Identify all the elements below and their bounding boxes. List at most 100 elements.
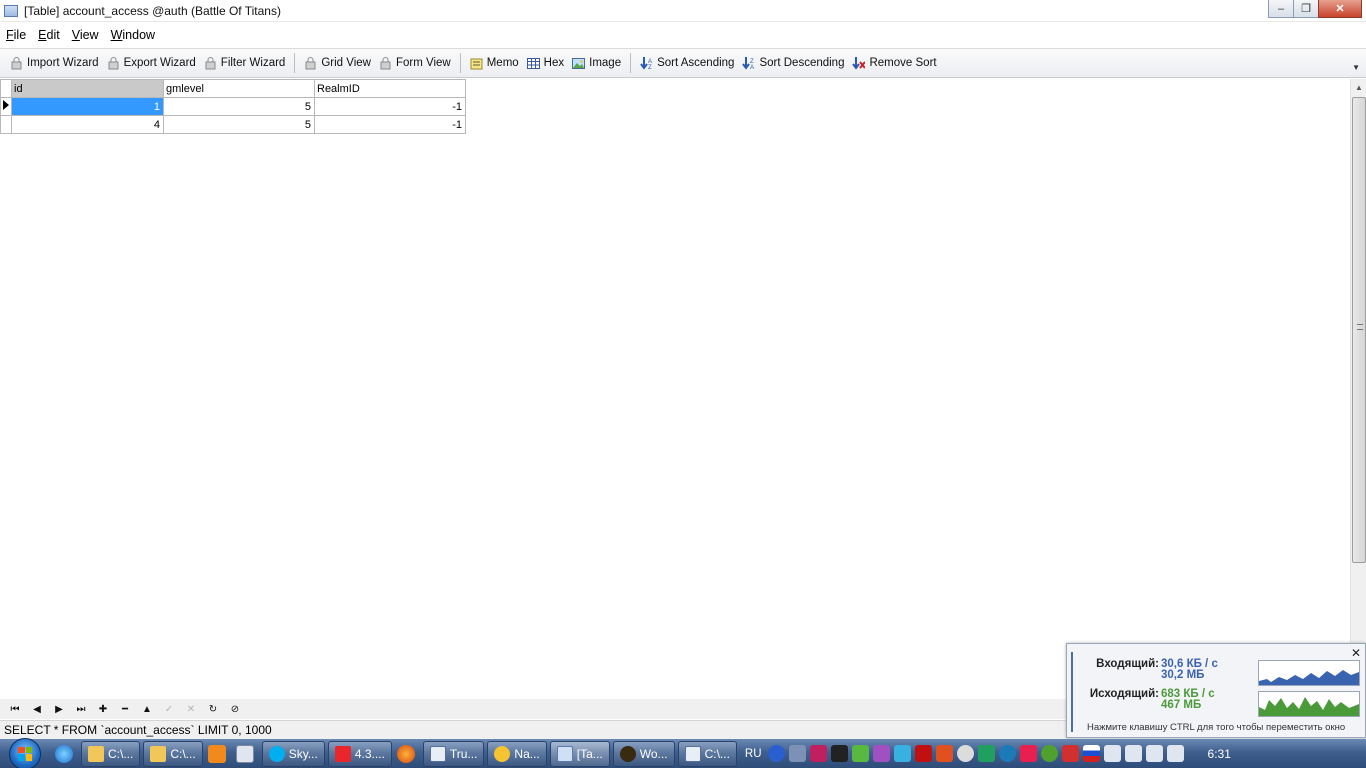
usb-icon[interactable]: [1124, 745, 1142, 762]
post-edit-button[interactable]: ✓: [158, 700, 180, 718]
row-indicator[interactable]: [0, 97, 12, 116]
vertical-scrollbar[interactable]: ▲: [1350, 79, 1366, 697]
toolbar-separator: [630, 53, 632, 73]
taskbar-item-navicat[interactable]: Na...: [487, 740, 547, 767]
insert-record-button[interactable]: ✚: [92, 700, 114, 718]
spy-icon[interactable]: [830, 745, 848, 762]
hex-button[interactable]: Hex: [523, 51, 568, 75]
cancel-edit-button[interactable]: ✕: [180, 700, 202, 718]
table-cell[interactable]: -1: [314, 97, 466, 116]
grid-view-label: Grid View: [321, 57, 371, 69]
menu-file[interactable]: File: [0, 28, 32, 42]
flag-icon[interactable]: [1103, 745, 1121, 762]
current-row-arrow-icon: [3, 100, 9, 110]
taskbar-item-table[interactable]: [Ta...: [549, 740, 610, 767]
yandex-browser-icon: [334, 745, 351, 762]
lifebuoy-icon[interactable]: [956, 745, 974, 762]
refresh-button[interactable]: ↻: [202, 700, 224, 718]
taskbar-item-trinity[interactable]: Tru...: [422, 740, 485, 767]
memo-icon: [470, 57, 483, 70]
table-row[interactable]: 1 5 -1: [0, 97, 466, 116]
torrent-icon[interactable]: [1040, 745, 1058, 762]
minimize-button[interactable]: ‒: [1268, 0, 1294, 18]
taskbar-item-explorer-2[interactable]: C:\...: [143, 740, 203, 767]
table-row[interactable]: 4 5 -1: [0, 115, 466, 134]
menu-view-label: iew: [79, 28, 99, 42]
close-icon[interactable]: ✕: [1351, 646, 1361, 660]
remove-sort-button[interactable]: Remove Sort: [848, 51, 940, 75]
scroll-up-arrow-icon[interactable]: ▲: [1351, 79, 1366, 96]
data-grid: id gmlevel RealmID 1 5 -1 4 5 -1: [0, 79, 1350, 697]
edit-record-button[interactable]: ▲: [136, 700, 158, 718]
antivirus-icon[interactable]: [1019, 745, 1037, 762]
table-cell[interactable]: 5: [163, 97, 315, 116]
column-header-id[interactable]: id: [11, 79, 164, 98]
lock-icon: [379, 56, 392, 70]
taskbar-item-explorer-1[interactable]: C:\...: [81, 740, 141, 767]
language-indicator[interactable]: RU: [745, 748, 762, 760]
taskbar-item-label: C:\...: [704, 746, 730, 761]
stop-button[interactable]: ⊘: [224, 700, 246, 718]
table-cell[interactable]: 4: [11, 115, 164, 134]
menu-edit[interactable]: Edit: [32, 28, 66, 42]
prev-record-button[interactable]: ◀: [26, 700, 48, 718]
table-cell[interactable]: 1: [11, 97, 164, 116]
form-view-button[interactable]: Form View: [375, 51, 455, 75]
close-button[interactable]: ✕: [1318, 0, 1362, 18]
memo-button[interactable]: Memo: [466, 51, 523, 75]
adobe-icon[interactable]: [914, 745, 932, 762]
next-record-button[interactable]: ▶: [48, 700, 70, 718]
grid-view-button[interactable]: Grid View: [300, 51, 375, 75]
internet-explorer-icon[interactable]: [50, 741, 78, 767]
sort-ascending-label: Sort Ascending: [657, 57, 735, 69]
delete-record-button[interactable]: ━: [114, 700, 136, 718]
monitor-icon[interactable]: [1145, 745, 1163, 762]
grid-app-icon[interactable]: [977, 745, 995, 762]
toolbar-overflow-icon[interactable]: ▼: [1352, 63, 1360, 72]
sort-descending-button[interactable]: ZA Sort Descending: [738, 51, 848, 75]
last-record-button[interactable]: ⏭: [70, 700, 92, 718]
folder-icon: [150, 745, 167, 762]
sort-ascending-button[interactable]: AZ Sort Ascending: [636, 51, 738, 75]
menu-file-accel: F: [6, 28, 14, 42]
taskbar-item-skype[interactable]: Sky...: [261, 740, 325, 767]
menu-window[interactable]: Window: [105, 28, 161, 42]
puzzle-icon[interactable]: [935, 745, 953, 762]
column-header-realmid[interactable]: RealmID: [314, 79, 466, 98]
clock[interactable]: 6:31: [1208, 747, 1231, 761]
export-wizard-button[interactable]: Export Wizard: [103, 51, 200, 75]
start-button[interactable]: [0, 737, 50, 768]
russia-flag-icon[interactable]: [1082, 745, 1100, 762]
taskbar-item-cmd[interactable]: C:\...: [677, 740, 737, 767]
title-bar: [Table] account_access @auth (Battle Of …: [0, 0, 1366, 22]
import-wizard-button[interactable]: Import Wizard: [6, 51, 103, 75]
image-button[interactable]: Image: [568, 51, 625, 75]
column-header-gmlevel[interactable]: gmlevel: [163, 79, 315, 98]
scroll-thumb[interactable]: [1352, 97, 1366, 563]
filter-wizard-button[interactable]: Filter Wizard: [200, 51, 290, 75]
svg-text:Z: Z: [648, 65, 652, 70]
table-cell[interactable]: 5: [163, 115, 315, 134]
network-monitor-widget[interactable]: ✕ Входящий: 30,6 КБ / с 30,2 МБ Исходящи…: [1066, 643, 1366, 738]
media-player-icon[interactable]: [203, 741, 231, 767]
firefox-icon[interactable]: [392, 741, 420, 767]
taskbar-item-wow[interactable]: Wo...: [612, 740, 675, 767]
maximize-button[interactable]: ❐: [1293, 0, 1319, 18]
row-indicator[interactable]: [0, 115, 12, 134]
network-icon[interactable]: [788, 745, 806, 762]
utility-icon[interactable]: [872, 745, 890, 762]
grip-icon: [1357, 324, 1363, 330]
feather-icon[interactable]: [809, 745, 827, 762]
table-grid: id gmlevel RealmID 1 5 -1 4 5 -1: [0, 79, 466, 134]
shield-check-icon[interactable]: [851, 745, 869, 762]
first-record-button[interactable]: ⏮: [4, 700, 26, 718]
info-icon[interactable]: [998, 745, 1016, 762]
download-icon[interactable]: [893, 745, 911, 762]
menu-view[interactable]: View: [66, 28, 105, 42]
notepad-icon[interactable]: [231, 741, 259, 767]
volume-icon[interactable]: [1166, 745, 1184, 762]
help-icon[interactable]: [767, 745, 785, 762]
taskbar-item-yandex[interactable]: 4.3....: [327, 740, 392, 767]
table-cell[interactable]: -1: [314, 115, 466, 134]
close-app-icon[interactable]: [1061, 745, 1079, 762]
